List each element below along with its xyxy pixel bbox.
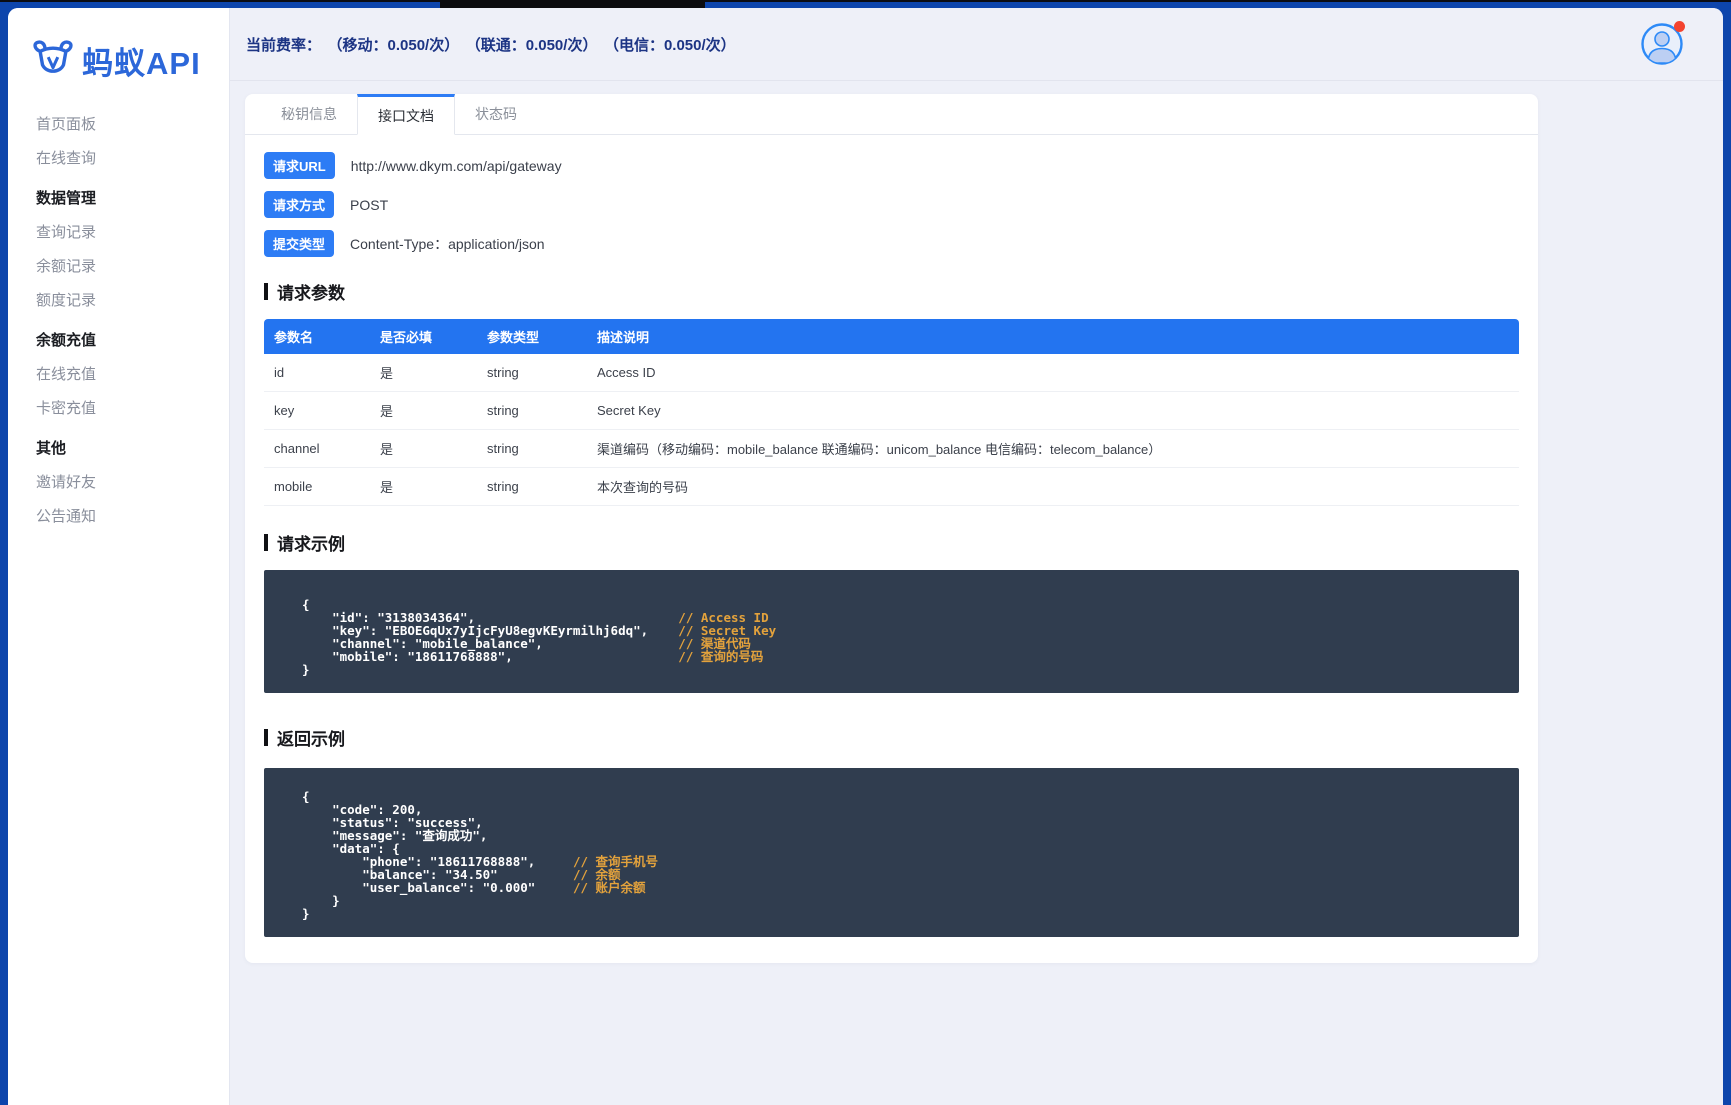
table-cell: string <box>477 391 587 430</box>
brand-logo[interactable]: 蚂蚁API <box>8 8 229 94</box>
section-request-example: 请求示例 <box>264 530 1519 555</box>
table-cell: mobile <box>264 467 370 506</box>
current-rates: 当前费率： （移动：0.050/次） （联通：0.050/次） （电信：0.050/次… <box>246 34 736 55</box>
meta-value: POST <box>350 196 389 213</box>
sidebar-section-title: 余额充值 <box>36 332 97 349</box>
rate-item: （联通：0.050/次） <box>473 36 598 54</box>
table-row: mobile 是 string 本次查询的号码 <box>264 467 1519 506</box>
tab-状态码[interactable]: 状态码 <box>455 94 537 134</box>
response-example-code: { "code": 200, "status": "success", "mes… <box>264 768 1519 937</box>
column-header: 是否必填 <box>370 319 477 354</box>
sidebar-item[interactable]: 卡密充值 <box>36 392 229 426</box>
table-cell: 是 <box>370 467 477 506</box>
table-cell: id <box>264 354 370 392</box>
table-row: key 是 string Secret Key <box>264 391 1519 430</box>
table-cell: Access ID <box>587 354 1519 392</box>
user-avatar[interactable] <box>1641 21 1685 65</box>
rate-item: （移动：0.050/次） <box>335 36 460 54</box>
tab-秘钥信息[interactable]: 秘钥信息 <box>261 94 357 134</box>
code-line: } <box>302 906 310 921</box>
api-doc-panel: 请求URL http://www.dkym.com/api/gateway 请求方式… <box>245 135 1538 963</box>
column-header: 参数类型 <box>477 319 587 354</box>
meta-row: 请求方式 POST <box>264 191 1519 218</box>
sidebar-item[interactable]: 余额记录 <box>36 250 229 284</box>
code-line: { <box>302 789 310 804</box>
meta-row: 请求URL http://www.dkym.com/api/gateway <box>264 152 1519 179</box>
params-table: 参数名 是否必填 参数类型 描述说明 id 是 string Access ID key 是 st… <box>264 319 1519 506</box>
table-cell: 是 <box>370 429 477 468</box>
section-response-example: 返回示例 <box>264 725 1519 750</box>
brand-name: 蚂蚁API <box>82 45 201 81</box>
table-cell: 本次查询的号码 <box>587 467 1519 506</box>
code-line: } <box>302 893 340 908</box>
table-cell: string <box>477 429 587 468</box>
meta-value: http://www.dkym.com/api/gateway <box>350 157 562 174</box>
code-comment: // 账户余额 <box>572 880 646 895</box>
table-cell: channel <box>264 429 370 468</box>
params-table-header: 参数名 是否必填 参数类型 描述说明 <box>264 319 1519 354</box>
topbar: 当前费率： （移动：0.050/次） （联通：0.050/次） （电信：0.050/次… <box>230 8 1723 81</box>
rates-label: 当前费率： <box>246 36 322 54</box>
sidebar-item[interactable]: 公告通知 <box>36 500 229 534</box>
sidebar-section-title: 其他 <box>36 440 67 457</box>
code-comment: // 查询的号码 <box>678 649 764 664</box>
table-row: id 是 string Access ID <box>264 354 1519 392</box>
right-column: 当前费率： （移动：0.050/次） （联通：0.050/次） （电信：0.050/次… <box>230 8 1723 1105</box>
notification-dot <box>1674 21 1685 32</box>
meta-row: 提交类型 Content-Type：application/json <box>264 230 1519 257</box>
rate-item: （电信：0.050/次） <box>611 36 736 54</box>
table-cell: Secret Key <box>587 391 1519 430</box>
sidebar-item[interactable]: 邀请好友 <box>36 466 229 500</box>
code-line: "message": "查询成功", <box>302 828 488 843</box>
table-cell: 渠道编码（移动编码：mobile_balance 联通编码：unicom_bal… <box>587 429 1519 468</box>
sidebar: 蚂蚁API 首页面板 在线查询数据管理查询记录 余额记录 额度记录余额充值在线充值 卡密… <box>8 8 230 1105</box>
sidebar-item[interactable]: 在线查询 <box>36 142 229 176</box>
sidebar-item[interactable]: 首页面板 <box>36 108 229 142</box>
column-header: 描述说明 <box>587 319 1519 354</box>
table-row: channel 是 string 渠道编码（移动编码：mobile_balance 联… <box>264 429 1519 468</box>
table-cell: key <box>264 391 370 430</box>
request-example-code: { "id": "3138034364", // Access ID "key"… <box>264 570 1519 693</box>
screen-artifact-bar <box>440 0 705 8</box>
sidebar-item[interactable]: 在线充值 <box>36 358 229 392</box>
tab-bar: 秘钥信息 接口文档 状态码 <box>245 94 1538 135</box>
section-marker <box>264 729 268 746</box>
meta-value: Content-Type：application/json <box>350 235 545 252</box>
screen-top-hairline <box>0 0 1731 2</box>
request-meta: 请求URL http://www.dkym.com/api/gateway 请求方式… <box>264 152 1519 257</box>
sidebar-item[interactable]: 查询记录 <box>36 216 229 250</box>
ant-logo-icon <box>33 40 73 73</box>
app-window: 蚂蚁API 首页面板 在线查询数据管理查询记录 余额记录 额度记录余额充值在线充值 卡密… <box>8 8 1723 1105</box>
table-cell: 是 <box>370 391 477 430</box>
code-line: } <box>302 662 310 677</box>
column-header: 参数名 <box>264 319 370 354</box>
code-line: "user_balance": "0.000" // 账户余额 <box>302 880 646 895</box>
table-cell: 是 <box>370 354 477 392</box>
section-marker <box>264 534 268 551</box>
meta-badge: 请求方式 <box>264 191 335 218</box>
meta-badge: 提交类型 <box>264 230 335 257</box>
code-line: "mobile": "18611768888", // 查询的号码 <box>302 649 764 664</box>
table-cell: string <box>477 467 587 506</box>
section-request-params: 请求参数 <box>264 279 1519 304</box>
content-card: 秘钥信息 接口文档 状态码 请求URL http://www.dkym.com/api… <box>245 94 1538 963</box>
main-area: 秘钥信息 接口文档 状态码 请求URL http://www.dkym.com/api… <box>230 81 1723 1105</box>
sidebar-menu: 首页面板 在线查询数据管理查询记录 余额记录 额度记录余额充值在线充值 卡密充值其他邀请… <box>8 94 229 534</box>
sidebar-section-title: 数据管理 <box>36 190 97 207</box>
tab-接口文档[interactable]: 接口文档 <box>357 94 455 135</box>
sidebar-item[interactable]: 额度记录 <box>36 284 229 318</box>
table-cell: string <box>477 354 587 392</box>
meta-badge: 请求URL <box>264 152 335 179</box>
section-marker <box>264 283 268 300</box>
